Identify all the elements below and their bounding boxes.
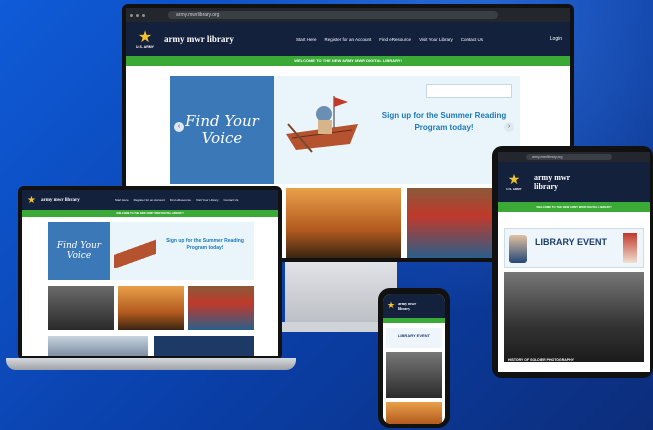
boat-illustration: [282, 94, 362, 156]
site-logo[interactable]: army mwr library: [164, 34, 234, 44]
hero-promo-panel: Sign up for the Summer Reading Program t…: [274, 76, 520, 184]
event-banner: LIBRARY EVENT: [386, 328, 442, 348]
carousel-next-button[interactable]: ›: [504, 122, 514, 132]
address-bar[interactable]: army.mwrlibrary.org: [526, 154, 612, 160]
nav-item-start-here[interactable]: Start Here: [115, 198, 129, 202]
login-link[interactable]: Login: [550, 36, 562, 42]
tablet-screen: army.mwrlibrary.org ★ U.S. ARMY army mwr…: [498, 152, 650, 372]
star-icon[interactable]: ★: [27, 195, 36, 206]
hero-carousel: Find Your Voice Sign up for the Summer R…: [48, 222, 254, 280]
nav-item-visit-library[interactable]: Visit Your Library: [196, 198, 218, 202]
welcome-banner: [383, 318, 445, 323]
nav-item-register[interactable]: Register for an Account: [134, 198, 165, 202]
laptop-screen: ★ army mwr library Start Here Register f…: [22, 190, 278, 356]
nav-item-register[interactable]: Register for an Account: [325, 37, 372, 42]
address-bar[interactable]: army.mwrlibrary.org: [168, 11, 498, 19]
boat-illustration: [114, 236, 156, 268]
nav-item-find-eresource[interactable]: Find eResource: [379, 37, 411, 42]
army-star-logo[interactable]: ★ U.S. ARMY: [134, 27, 156, 50]
photo-tile-library-building[interactable]: [48, 336, 148, 356]
partner-logo: [426, 84, 512, 98]
hero-promo-text: Sign up for the Summer Reading Program t…: [381, 111, 507, 132]
site-logo[interactable]: army mwr library: [41, 198, 85, 203]
site-header: ★ U.S. ARMY army mwr library Start Here …: [126, 22, 570, 56]
nav-item-contact[interactable]: Contact Us: [223, 198, 238, 202]
photo-tile-navy[interactable]: [154, 336, 254, 356]
site-logo[interactable]: army mwr library: [398, 301, 428, 311]
event-portrait: [509, 235, 527, 263]
event-title: LIBRARY EVENT: [397, 333, 430, 338]
site-logo[interactable]: army mwr library: [534, 173, 584, 191]
nav-item-find-eresource[interactable]: Find eResource: [170, 198, 191, 202]
org-label: U.S. ARMY: [506, 187, 522, 191]
event-banner: LIBRARY EVENT: [504, 228, 644, 268]
nav-item-start-here[interactable]: Start Here: [296, 37, 317, 42]
star-icon: ★: [507, 172, 521, 188]
event-title: LIBRARY EVENT: [535, 237, 608, 247]
site-header: ★ U.S. ARMY army mwr library: [498, 162, 650, 202]
welcome-banner: WELCOME TO THE NEW ARMY MWR DIGITAL LIBR…: [22, 210, 278, 217]
hero-title: Find Your Voice: [170, 76, 274, 184]
welcome-banner: WELCOME TO THE NEW ARMY MWR DIGITAL LIBR…: [498, 202, 650, 212]
welcome-banner: WELCOME TO THE NEW ARMY MWR DIGITAL LIBR…: [126, 56, 570, 66]
org-label: U.S. ARMY: [136, 45, 154, 49]
photo-tile-library-kids[interactable]: [188, 286, 254, 330]
window-dot[interactable]: [136, 13, 139, 17]
army-star-logo[interactable]: ★ U.S. ARMY: [504, 173, 524, 191]
photo-tile-archive[interactable]: [48, 286, 114, 330]
laptop-base: [6, 358, 296, 370]
hero-title: Find Your Voice: [48, 222, 110, 280]
carousel-prev-button[interactable]: ‹: [174, 122, 184, 132]
site-header: ★ army mwr library Start Here Register f…: [22, 190, 278, 210]
nav-item-visit-library[interactable]: Visit Your Library: [419, 37, 453, 42]
event-book: [623, 233, 637, 263]
hero-promo-panel: Sign up for the Summer Reading Program t…: [110, 222, 254, 280]
window-dot[interactable]: [130, 13, 133, 17]
main-nav: Start Here Register for an Account Find …: [296, 37, 483, 42]
phone-screen: ★ army mwr library LIBRARY EVENT: [383, 294, 445, 424]
window-dot[interactable]: [142, 13, 145, 17]
soldier-photo[interactable]: [504, 272, 644, 362]
browser-tabbar: army.mwrlibrary.org: [498, 152, 650, 162]
soldier-photo[interactable]: [386, 352, 442, 398]
photo-caption: HISTORY OF SOLDIER PHOTOGRAPHY: [508, 358, 574, 362]
star-icon: ★: [137, 27, 153, 46]
photo-tile-soldiers-sunset[interactable]: [286, 188, 401, 258]
main-nav: Start Here Register for an Account Find …: [115, 198, 238, 202]
hero-promo-text: Sign up for the Summer Reading Program t…: [166, 238, 244, 251]
photo-tile-soldiers-sunset[interactable]: [118, 286, 184, 330]
nav-item-contact[interactable]: Contact Us: [461, 37, 483, 42]
site-header: ★ army mwr library: [383, 294, 445, 318]
browser-tabbar: army.mwrlibrary.org: [126, 8, 570, 22]
star-icon[interactable]: ★: [387, 301, 395, 311]
photo-tile-soldiers-sunset[interactable]: [386, 402, 442, 424]
hero-carousel: Find Your Voice Sign up for the Summer R…: [170, 76, 520, 184]
